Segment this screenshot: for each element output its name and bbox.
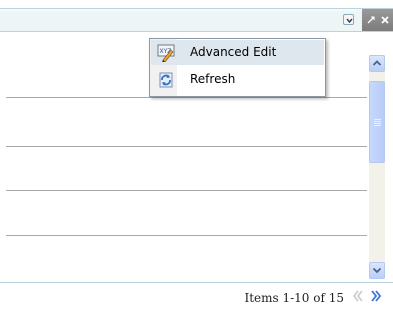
scroll-grip-line: [374, 125, 381, 126]
minmax-icon[interactable]: [366, 15, 376, 25]
scroll-down-button[interactable]: [369, 262, 385, 279]
scroll-grip-line: [374, 119, 381, 120]
portlet-header: [0, 0, 393, 32]
list-row-divider: [6, 235, 367, 236]
portlet-menu-button[interactable]: [343, 14, 354, 25]
xml-edit-icon: XYZ: [157, 44, 175, 62]
arrow-down-icon: [372, 267, 382, 274]
context-menu: XYZ Advanced Edit Refresh: [149, 38, 326, 97]
menu-item-advanced-edit[interactable]: XYZ Advanced Edit: [151, 40, 324, 65]
next-page-button[interactable]: [369, 288, 383, 304]
scroll-grip-line: [374, 121, 381, 122]
menu-item-refresh[interactable]: Refresh: [151, 67, 324, 92]
window-controls: [362, 9, 393, 31]
menu-item-label: Advanced Edit: [190, 45, 277, 59]
previous-page-button[interactable]: [351, 288, 365, 304]
menu-item-label: Refresh: [190, 72, 236, 86]
items-count-label: Items 1-10 of 15: [244, 291, 344, 305]
close-icon[interactable]: [380, 15, 390, 25]
header-divider: [0, 8, 393, 9]
chevron-down-icon: [346, 18, 353, 24]
footer-divider: [0, 282, 393, 283]
scroll-grip-line: [374, 123, 381, 124]
arrow-up-icon: [372, 60, 382, 66]
list-row-divider: [6, 97, 367, 98]
list-row-divider: [6, 190, 367, 191]
scroll-thumb[interactable]: [369, 81, 385, 163]
list-row-divider: [6, 146, 367, 147]
chevron-right-double-icon: [371, 290, 382, 302]
chevron-left-double-icon: [352, 290, 363, 302]
vertical-scrollbar[interactable]: [369, 55, 385, 279]
scroll-up-button[interactable]: [369, 55, 385, 72]
refresh-icon: [159, 72, 173, 88]
